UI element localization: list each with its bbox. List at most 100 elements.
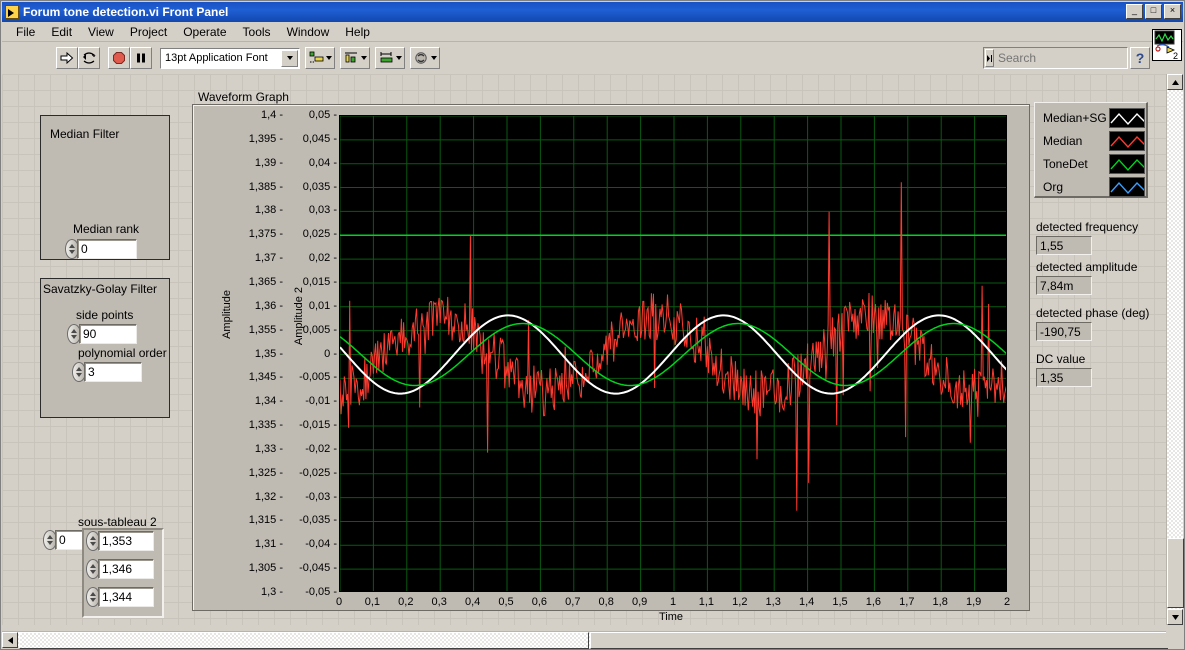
menu-item-help[interactable]: Help xyxy=(337,23,378,41)
spinner-down-icon[interactable] xyxy=(90,598,96,602)
array-element-0[interactable]: 1,353 xyxy=(86,531,154,551)
run-continuously-button[interactable] xyxy=(78,47,100,69)
y-axis-right-tick: -0,03 - xyxy=(305,490,337,503)
reorder-objects-button[interactable] xyxy=(410,47,440,69)
detected-frequency-label: detected frequency xyxy=(1036,220,1139,234)
horizontal-scrollbar-thumb[interactable] xyxy=(19,632,589,649)
chevron-down-icon[interactable] xyxy=(281,49,298,67)
median-rank-control[interactable]: 0 xyxy=(65,239,137,259)
spinner-down-icon[interactable] xyxy=(69,250,75,254)
y-axis-right-tick: -0,035 - xyxy=(299,514,337,527)
minimize-icon: _ xyxy=(1131,5,1137,15)
window-title: Forum tone detection.vi Front Panel xyxy=(23,5,229,19)
array-element-1-value[interactable]: 1,346 xyxy=(98,559,154,579)
font-selector[interactable]: 13pt Application Font xyxy=(160,47,300,69)
menu-item-window[interactable]: Window xyxy=(279,23,338,41)
vi-application-icon xyxy=(5,5,19,19)
legend-swatch-tonedet[interactable] xyxy=(1109,154,1145,174)
median-filter-title: Median Filter xyxy=(50,127,120,141)
legend-item-org[interactable]: Org xyxy=(1043,177,1145,197)
spinner-down-icon[interactable] xyxy=(90,542,96,546)
spinner-down-icon[interactable] xyxy=(47,541,53,545)
abort-button[interactable] xyxy=(108,47,130,69)
y-axis-right-tick: 0,035 - xyxy=(302,180,337,193)
spinner-up-icon[interactable] xyxy=(69,244,75,248)
plot-area[interactable] xyxy=(339,115,1007,592)
close-button[interactable]: × xyxy=(1164,4,1181,19)
spinner-up-icon[interactable] xyxy=(90,592,96,596)
legend-label: Median xyxy=(1043,134,1083,148)
median-rank-value[interactable]: 0 xyxy=(77,239,137,259)
dc-value-label: DC value xyxy=(1036,352,1086,366)
search-box[interactable] xyxy=(983,47,1155,69)
pause-button[interactable] xyxy=(130,47,152,69)
y-axis-right-tick: 0,04 - xyxy=(308,156,337,169)
x-axis-label: Time xyxy=(659,611,684,623)
waveform-graph[interactable]: 1,4 - 1,395 - 1,39 - 1,385 - 1,38 - 1,375 - 1,… xyxy=(192,104,1030,623)
menu-item-file[interactable]: File xyxy=(8,23,43,41)
spinner-up-icon[interactable] xyxy=(47,535,53,539)
menu-item-operate[interactable]: Operate xyxy=(175,23,234,41)
spinner-down-icon[interactable] xyxy=(76,373,82,377)
horizontal-scrollbar-track-right[interactable] xyxy=(590,632,1168,649)
x-axis-tick: 1,1 xyxy=(698,596,715,608)
scrollbar-corner xyxy=(1166,631,1183,648)
minimize-button[interactable]: _ xyxy=(1126,4,1143,19)
horizontal-scrollbar[interactable] xyxy=(2,631,1168,649)
legend-label: Median+SG xyxy=(1043,111,1107,125)
side-points-value[interactable]: 90 xyxy=(79,324,137,344)
side-points-control[interactable]: 90 xyxy=(67,324,137,344)
plot-legend[interactable]: Median+SG Median ToneDet Org xyxy=(1034,102,1148,198)
scroll-up-button[interactable] xyxy=(1167,74,1183,90)
spinner-down-icon[interactable] xyxy=(90,570,96,574)
menu-item-project[interactable]: Project xyxy=(122,23,175,41)
array-element-0-value[interactable]: 1,353 xyxy=(98,531,154,551)
grid-lines xyxy=(340,116,1006,591)
scroll-down-button[interactable] xyxy=(1167,609,1183,625)
run-button[interactable] xyxy=(56,47,78,69)
scroll-left-button[interactable] xyxy=(2,632,18,648)
polynomial-order-control[interactable]: 3 xyxy=(72,362,142,382)
y-axis-left-tick: 1,34 - xyxy=(254,395,283,408)
y-axis-left-label: Amplitude xyxy=(221,290,233,339)
distribute-objects-icon xyxy=(344,52,357,63)
vi-icon-badge[interactable]: 2 xyxy=(1152,29,1182,61)
polynomial-order-value[interactable]: 3 xyxy=(84,362,142,382)
menu-item-view[interactable]: View xyxy=(80,23,122,41)
spinner-down-icon[interactable] xyxy=(71,335,77,339)
resize-objects-button[interactable] xyxy=(375,47,405,69)
y-axis-left-tick: 1,395 - xyxy=(248,132,283,145)
legend-swatch-org[interactable] xyxy=(1109,177,1145,197)
legend-item-median-sg[interactable]: Median+SG xyxy=(1043,108,1145,128)
array-element-1[interactable]: 1,346 xyxy=(86,559,154,579)
x-axis-tick: 0,1 xyxy=(364,596,381,608)
align-objects-button[interactable] xyxy=(305,47,335,69)
y-axis-left-tick: 1,33 - xyxy=(254,442,283,455)
legend-item-tonedet[interactable]: ToneDet xyxy=(1043,154,1145,174)
vertical-scrollbar[interactable] xyxy=(1166,74,1184,625)
maximize-button[interactable]: □ xyxy=(1145,4,1162,19)
y-axis-left-tick: 1,31 - xyxy=(254,538,283,551)
vertical-scrollbar-thumb[interactable] xyxy=(1167,538,1184,608)
menu-item-edit[interactable]: Edit xyxy=(43,23,80,41)
array-element-2[interactable]: 1,344 xyxy=(86,587,154,607)
x-axis-tick: 1,8 xyxy=(932,596,948,608)
legend-item-median[interactable]: Median xyxy=(1043,131,1145,151)
distribute-objects-button[interactable] xyxy=(340,47,370,69)
spinner-up-icon[interactable] xyxy=(71,329,77,333)
array-element-2-value[interactable]: 1,344 xyxy=(98,587,154,607)
y-axis-right-ticks: 0,05 - 0,045 - 0,04 - 0,035 - 0,03 - 0,025 - 0… xyxy=(289,105,337,610)
menu-item-tools[interactable]: Tools xyxy=(235,23,279,41)
help-button[interactable]: ? xyxy=(1130,47,1150,69)
spinner-up-icon[interactable] xyxy=(76,367,82,371)
x-axis-tick: 1,9 xyxy=(965,596,982,608)
x-axis-tick: 0,2 xyxy=(398,596,414,608)
triangle-down-icon xyxy=(1171,614,1179,620)
toolbar: 13pt Application Font Search ? xyxy=(2,43,1183,73)
legend-swatch-median-sg[interactable] xyxy=(1109,108,1145,128)
legend-swatch-median[interactable] xyxy=(1109,131,1145,151)
search-expand-handle[interactable] xyxy=(985,49,994,67)
y-axis-left-tick: 1,375 - xyxy=(248,228,283,241)
spinner-up-icon[interactable] xyxy=(90,564,96,568)
spinner-up-icon[interactable] xyxy=(90,536,96,540)
